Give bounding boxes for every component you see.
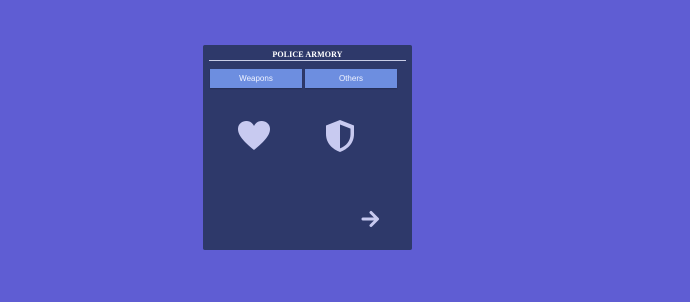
armory-panel: POLICE ARMORY Weapons Others	[203, 45, 412, 250]
title-divider	[209, 60, 406, 61]
panel-title: POLICE ARMORY	[272, 50, 343, 59]
tab-others[interactable]: Others	[305, 69, 397, 88]
armor-item[interactable]	[322, 118, 358, 154]
health-item[interactable]	[236, 118, 272, 154]
tab-weapons[interactable]: Weapons	[210, 69, 302, 88]
next-button[interactable]	[360, 208, 382, 230]
heart-icon	[238, 121, 270, 150]
arrow-right-icon	[361, 211, 379, 227]
shield-icon	[326, 120, 354, 152]
